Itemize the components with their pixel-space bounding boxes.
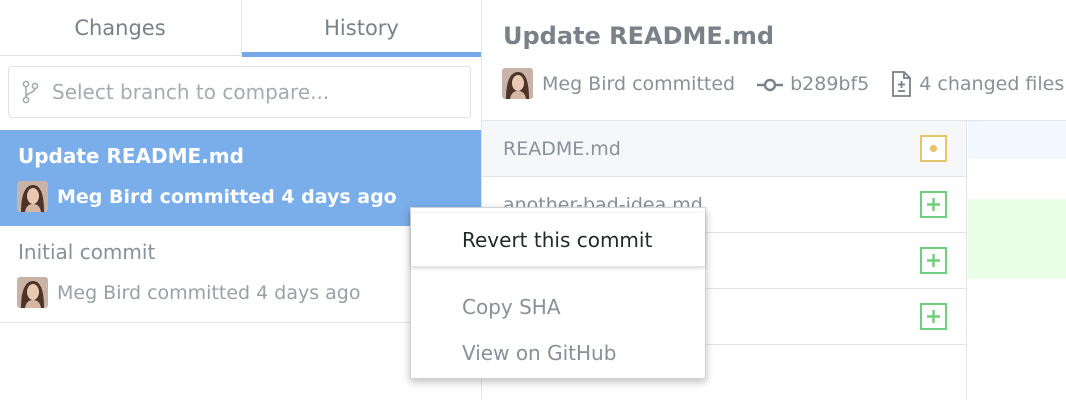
diff-view [968,121,1066,400]
commit-author-text: Meg Bird committed [542,72,736,95]
file-name: README.md [503,137,621,160]
commit-item-update-readme[interactable]: Update README.md Meg Bird committed 4 da… [0,130,481,226]
git-commit-icon [757,76,784,92]
commit-item-initial-commit[interactable]: Initial commit Meg Bird committed 4 days… [0,226,481,323]
commit-title: Update README.md [18,144,244,168]
commit-detail-title: Update README.md [503,22,775,50]
menu-item-view-on-github[interactable]: View on GitHub [411,328,705,378]
branch-compare-box[interactable] [8,66,471,118]
active-tab-indicator [242,52,481,57]
tab-history-label: History [324,16,399,40]
changed-files-count: 4 changed files [919,72,1065,95]
diff-added-lines [968,199,1066,279]
commit-sha[interactable]: b289bf5 [790,73,869,95]
commit-detail-header: Update README.md Meg Bird committed b289… [482,0,1066,121]
menu-item-label: View on GitHub [462,341,617,365]
commit-context-menu: Revert this commit Copy SHA View on GitH… [410,207,706,379]
tab-changes[interactable]: Changes [0,0,240,56]
avatar [17,181,48,212]
avatar [17,277,48,308]
commit-detail-meta: Meg Bird committed b289bf5 4 changed fil… [502,68,1064,99]
commit-meta: Meg Bird committed 4 days ago [17,181,397,212]
plus-square-icon [920,303,947,330]
menu-item-label: Revert this commit [462,227,653,252]
plus-square-icon [920,247,947,274]
git-branch-icon [21,79,43,105]
branch-compare-input[interactable] [52,80,452,104]
file-row-readme[interactable]: README.md [482,121,966,177]
plus-square-icon [920,191,947,218]
commit-meta-text: Meg Bird committed 4 days ago [57,281,361,304]
modified-dot-icon [920,135,947,162]
menu-item-label: Copy SHA [462,295,561,319]
diff-hunk-header [968,121,1066,159]
tab-changes-label: Changes [74,16,166,40]
commit-title: Initial commit [18,240,156,264]
sidebar-tabs: Changes History [0,0,481,57]
file-diff-icon [889,70,913,98]
menu-item-copy-sha[interactable]: Copy SHA [411,282,705,332]
commit-meta-text: Meg Bird committed 4 days ago [57,185,397,208]
menu-item-revert-commit[interactable]: Revert this commit [411,213,705,267]
avatar [502,68,533,99]
commit-meta: Meg Bird committed 4 days ago [17,277,360,308]
tab-history[interactable]: History [241,0,481,57]
